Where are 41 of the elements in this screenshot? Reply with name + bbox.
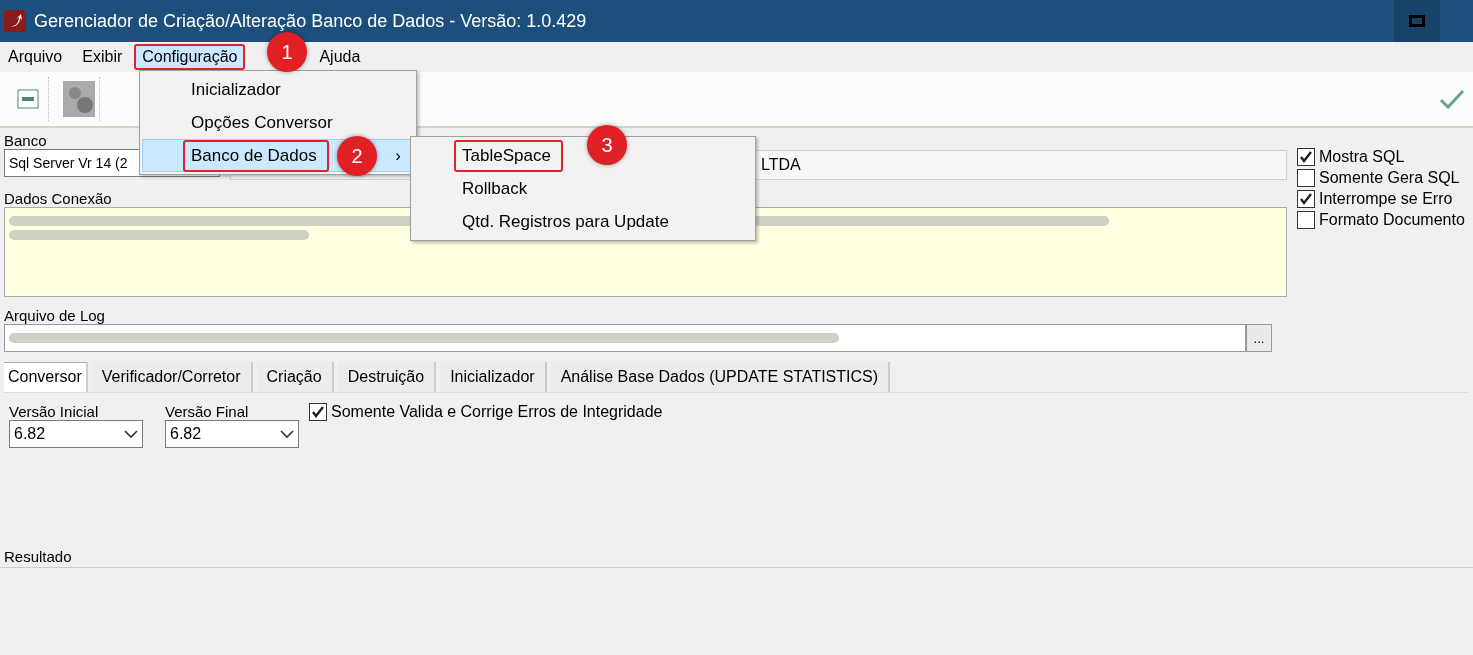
version-combo[interactable]: 6.82 [165, 420, 299, 448]
tab[interactable]: Verificador/Corretor [91, 362, 253, 392]
log-file-field[interactable] [4, 324, 1246, 352]
browse-button[interactable]: ... [1246, 324, 1272, 352]
checkbox-label: Interrompe se Erro [1319, 190, 1453, 208]
checkbox[interactable] [1297, 169, 1315, 187]
window-title: Gerenciador de Criação/Alteração Banco de Dados - Versão: 1.0.429 [34, 10, 588, 32]
version-combo[interactable]: 6.82 [9, 420, 143, 448]
tab[interactable]: Inicializador [440, 362, 547, 392]
field-label: Arquivo de Log [4, 307, 105, 324]
checkbox[interactable] [1297, 148, 1315, 166]
tab[interactable]: Análise Base Dados (UPDATE STATISTICS) [550, 362, 891, 392]
log-icon [17, 89, 39, 109]
tab[interactable]: Conversor [4, 362, 88, 392]
checkbox[interactable] [1297, 211, 1315, 229]
checkbox-label: Formato Documento [1319, 211, 1465, 229]
checkbox-label: Somente Gera SQL [1319, 169, 1460, 187]
menu-item[interactable]: Exibir [74, 44, 131, 70]
checkmark-icon[interactable] [1439, 88, 1465, 110]
menu-item[interactable]: Ajuda [311, 44, 369, 70]
field-label: Banco [4, 132, 48, 149]
field-label: Versão Inicial [9, 403, 100, 420]
checkbox-label: Mostra SQL [1319, 148, 1405, 166]
menu-option[interactable]: Qtd. Registros para Update [454, 205, 681, 238]
chevron-down-icon [280, 429, 294, 439]
maximize-icon [1409, 15, 1425, 27]
field-label: Resultado [4, 548, 72, 565]
field-label: Versão Final [165, 403, 250, 420]
checkbox[interactable] [1297, 190, 1315, 208]
menu-option[interactable]: TableSpace [454, 139, 563, 172]
menu-option[interactable]: Inicializador [142, 73, 414, 106]
field-label: Dados Conexão [4, 190, 112, 207]
checkbox[interactable] [309, 403, 327, 421]
tab[interactable]: Destruição [337, 362, 437, 392]
checkbox-label: Somente Valida e Corrige Erros de Integridade [331, 403, 663, 421]
chevron-down-icon [124, 429, 138, 439]
menu-item[interactable]: Configuração [134, 44, 246, 70]
menu-item[interactable]: Arquivo [0, 44, 71, 70]
tab[interactable]: Criação [256, 362, 334, 392]
app-logo-icon [4, 10, 26, 32]
menu-option[interactable]: Opções Conversor [142, 106, 414, 139]
